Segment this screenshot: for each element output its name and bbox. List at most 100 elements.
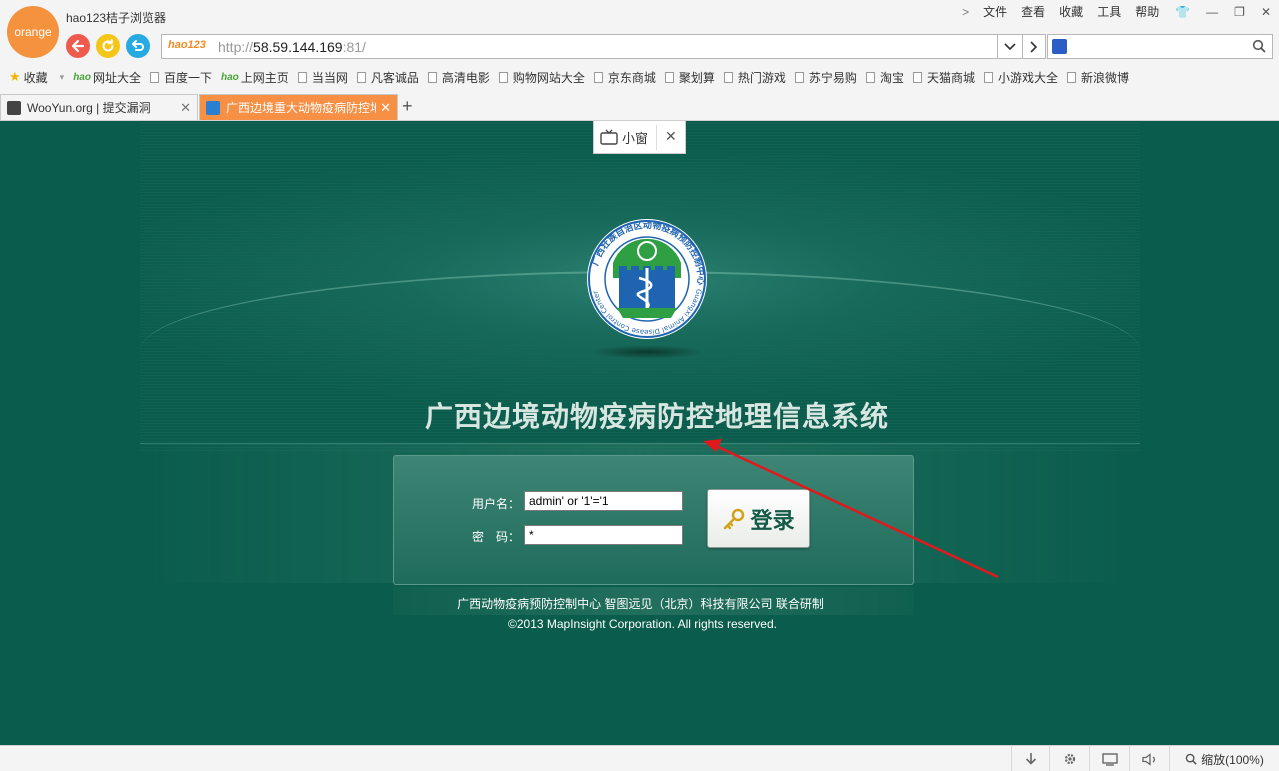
search-icon[interactable] bbox=[1252, 39, 1266, 53]
page-icon bbox=[983, 71, 993, 83]
page-icon bbox=[427, 71, 437, 83]
bookmark-item[interactable]: hao 网址大全 bbox=[73, 69, 141, 86]
monitor-icon bbox=[1101, 752, 1118, 766]
bookmarks-bar: ★ 收藏 ▾ hao 网址大全 百度一下 hao 上网主页 当当网 凡客诚品 高清电影 … bbox=[0, 66, 1279, 88]
agency-emblem: 广西壮族自治区动物疫病预防控制中心 Guangxi Animal Disease… bbox=[587, 219, 707, 339]
undo-close-button[interactable] bbox=[126, 34, 150, 58]
key-icon bbox=[724, 508, 745, 529]
settings-button[interactable] bbox=[1049, 746, 1089, 771]
page-icon bbox=[1066, 71, 1076, 83]
close-tab-icon[interactable]: ✕ bbox=[380, 100, 391, 116]
menu-view[interactable]: 查看 bbox=[1021, 3, 1045, 20]
arrow-left-icon bbox=[71, 39, 85, 53]
bookmark-item[interactable]: 聚划算 bbox=[664, 69, 715, 86]
username-label: 用户名： bbox=[472, 497, 521, 511]
bookmark-item[interactable]: 苏宁易购 bbox=[794, 69, 857, 86]
back-button[interactable] bbox=[66, 34, 90, 58]
zoom-control[interactable]: 缩放(100%) bbox=[1169, 746, 1279, 771]
mini-window-toggle[interactable]: 小窗 ✕ bbox=[593, 121, 686, 154]
zoom-label: 缩放(100%) bbox=[1201, 752, 1264, 767]
mini-window-label: 小窗 bbox=[622, 130, 649, 146]
chevron-down-icon: ▾ bbox=[59, 71, 65, 82]
site-favicon bbox=[206, 100, 220, 115]
tv-icon bbox=[600, 129, 618, 145]
page-icon bbox=[150, 71, 159, 83]
skin-icon[interactable]: 👕 bbox=[1175, 5, 1190, 19]
bookmark-item[interactable]: 高清电影 bbox=[427, 69, 490, 86]
tab-wooyun[interactable]: WooYun.org | 提交漏洞 ✕ bbox=[0, 94, 198, 120]
divider bbox=[656, 125, 657, 150]
page-icon bbox=[723, 71, 733, 83]
page-icon bbox=[794, 71, 804, 83]
bookmark-item[interactable]: 小游戏大全 bbox=[983, 69, 1058, 86]
page-icon bbox=[498, 71, 508, 83]
password-input[interactable] bbox=[524, 525, 683, 545]
bookmark-item[interactable]: 新浪微博 bbox=[1066, 69, 1129, 86]
bookmark-item[interactable]: 天猫商城 bbox=[912, 69, 975, 86]
login-button-label: 登录 bbox=[750, 507, 795, 533]
status-bar: 缩放(100%) bbox=[0, 745, 1279, 771]
wooyun-favicon bbox=[7, 100, 21, 115]
bookmark-item[interactable]: 京东商城 bbox=[593, 69, 656, 86]
browser-logo[interactable]: orange bbox=[7, 6, 59, 58]
new-tab-button[interactable]: + bbox=[402, 96, 413, 117]
url-scheme: http:// bbox=[218, 39, 254, 55]
address-url[interactable]: http://58.59.144.169:81/ bbox=[218, 39, 366, 55]
menu-expand-icon[interactable]: > bbox=[962, 5, 969, 19]
page-icon bbox=[664, 71, 674, 83]
hao-icon: hao bbox=[221, 71, 239, 83]
copyright-text: ©2013 MapInsight Corporation. All rights… bbox=[508, 617, 777, 631]
search-box[interactable] bbox=[1047, 34, 1273, 59]
credits-text: 广西动物疫病预防控制中心 智图远见（北京）科技有限公司 联合研制 bbox=[457, 597, 824, 611]
star-icon: ★ bbox=[9, 69, 21, 84]
window-title: hao123桔子浏览器 bbox=[66, 11, 167, 25]
download-button[interactable] bbox=[1011, 746, 1049, 771]
bookmark-item[interactable]: 当当网 bbox=[297, 69, 348, 86]
emblem-shadow bbox=[590, 345, 704, 359]
minimize-icon[interactable]: — bbox=[1206, 5, 1218, 19]
browser-chrome: orange hao123桔子浏览器 hao123 http://58.59.1… bbox=[0, 0, 1279, 121]
refresh-button[interactable] bbox=[96, 34, 120, 58]
login-panel: 用户名： 密 码： 登录 bbox=[393, 455, 914, 585]
close-tab-icon[interactable]: ✕ bbox=[180, 100, 191, 116]
page-icon bbox=[912, 71, 922, 83]
close-icon[interactable]: ✕ bbox=[665, 128, 677, 145]
menu-favorites[interactable]: 收藏 bbox=[1059, 3, 1083, 20]
restore-icon[interactable]: ❐ bbox=[1234, 5, 1245, 19]
screen-button[interactable] bbox=[1089, 746, 1129, 771]
menu-tools[interactable]: 工具 bbox=[1097, 3, 1121, 20]
zoom-icon bbox=[1185, 753, 1197, 765]
bookmark-item[interactable]: 凡客诚品 bbox=[356, 69, 419, 86]
address-bar[interactable]: hao123 http://58.59.144.169:81/ bbox=[161, 34, 998, 59]
menu-bar: > 文件 查看 收藏 工具 帮助 👕 — ❐ ✕ bbox=[962, 3, 1271, 20]
bookmark-item[interactable]: hao 上网主页 bbox=[221, 69, 289, 86]
login-button[interactable]: 登录 bbox=[707, 489, 810, 548]
tab-gis-login[interactable]: 广西边境重大动物疫病防控地 ✕ bbox=[199, 94, 398, 120]
menu-file[interactable]: 文件 bbox=[983, 3, 1007, 20]
bookmark-item[interactable]: 百度一下 bbox=[150, 69, 212, 86]
page-icon bbox=[865, 71, 875, 83]
page-viewport: 小窗 ✕ 广西壮族自治区动物疫病预防控制中心 Guangxi Animal Di… bbox=[0, 121, 1279, 745]
password-label: 密 码： bbox=[472, 530, 521, 544]
bookmark-item[interactable]: 热门游戏 bbox=[723, 69, 786, 86]
page-icon bbox=[297, 71, 307, 83]
menu-help[interactable]: 帮助 bbox=[1135, 3, 1159, 20]
page-title: 广西边境动物疫病防控地理信息系统 bbox=[424, 401, 889, 432]
baidu-paw-icon bbox=[1052, 39, 1067, 54]
bookmark-item[interactable]: 淘宝 bbox=[865, 69, 904, 86]
page-icon bbox=[356, 71, 366, 83]
address-dropdown-button[interactable] bbox=[998, 34, 1023, 59]
bookmark-favorites[interactable]: ★ 收藏 ▾ bbox=[9, 69, 64, 86]
username-input[interactable] bbox=[524, 491, 683, 511]
chevron-right-icon bbox=[1030, 40, 1038, 53]
go-button[interactable] bbox=[1023, 34, 1046, 59]
return-icon bbox=[132, 40, 144, 51]
url-port-path: :81/ bbox=[342, 39, 366, 55]
sound-button[interactable] bbox=[1129, 746, 1169, 771]
speaker-icon bbox=[1141, 752, 1155, 766]
download-icon bbox=[1025, 753, 1036, 765]
bookmark-item[interactable]: 购物网站大全 bbox=[498, 69, 585, 86]
close-icon[interactable]: ✕ bbox=[1261, 5, 1271, 19]
hao123-logo: hao123 bbox=[168, 39, 206, 51]
tab-bar: WooYun.org | 提交漏洞 ✕ 广西边境重大动物疫病防控地 ✕ + bbox=[0, 94, 1279, 121]
